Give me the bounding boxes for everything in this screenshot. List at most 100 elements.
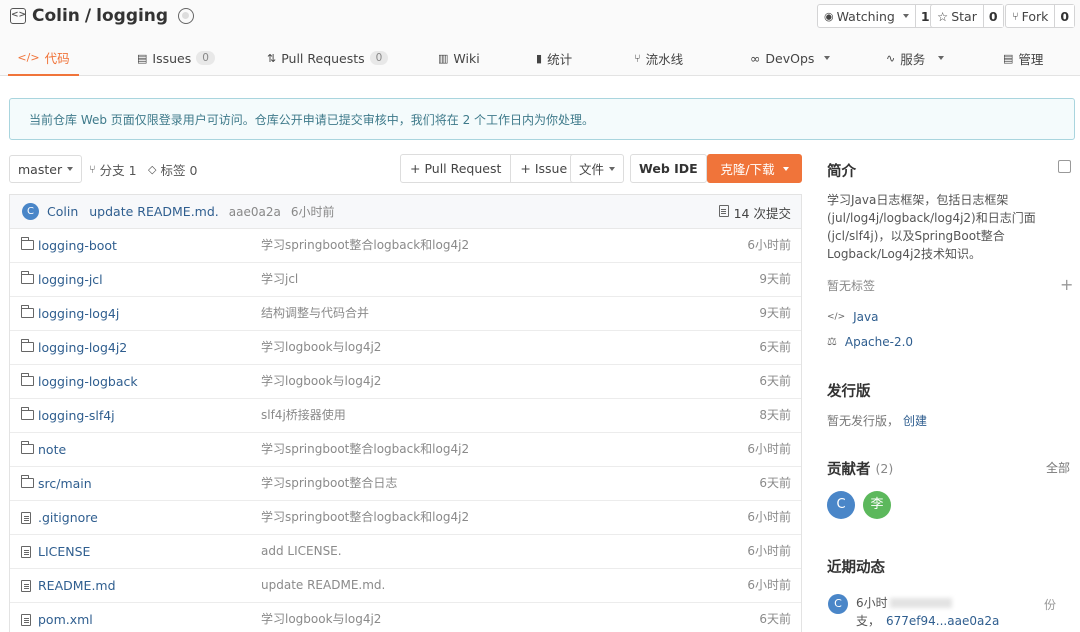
repo-owner-link[interactable]: Colin [32, 6, 80, 26]
folder-row[interactable]: logging-jcl 学习jcl 9天前 [10, 263, 801, 297]
branch-select[interactable]: master [9, 155, 83, 183]
file-name-link[interactable]: note [38, 433, 66, 466]
commit-author[interactable]: Colin [47, 204, 78, 219]
commit-message[interactable]: update README.md. [89, 204, 219, 219]
watch-button[interactable]: ◉ Watching 1 [817, 4, 936, 28]
repo-name-link[interactable]: logging [96, 6, 168, 26]
star-label: Star [951, 8, 977, 24]
file-name-link[interactable]: logging-log4j2 [38, 331, 127, 364]
edit-icon[interactable] [1058, 160, 1071, 173]
file-name-link[interactable]: logging-logback [38, 365, 138, 398]
tab-stats[interactable]: ▮ 统计 [536, 40, 572, 76]
folder-row[interactable]: logging-log4j2 学习logbook与log4j2 6天前 [10, 331, 801, 365]
tab-pull-requests[interactable]: ⇅ Pull Requests 0 [267, 40, 389, 76]
file-commit-message[interactable]: 学习logbook与log4j2 [261, 365, 381, 398]
folder-row[interactable]: logging-boot 学习springboot整合logback和log4j2… [10, 229, 801, 263]
tab-manage[interactable]: ▤ 管理 [1003, 40, 1043, 76]
tab-devops[interactable]: ∞ DevOps [750, 40, 831, 76]
activity-avatar[interactable]: C [828, 594, 848, 614]
file-name-link[interactable]: logging-slf4j [38, 399, 115, 432]
folder-row[interactable]: logging-logback 学习logbook与log4j2 6天前 [10, 365, 801, 399]
tab-wiki[interactable]: ▥ Wiki [438, 40, 480, 76]
file-row[interactable]: pom.xml 学习logbook与log4j2 6天前 [10, 603, 801, 632]
all-contributors-link[interactable]: 全部 [1046, 459, 1070, 476]
chevron-down-icon [938, 56, 945, 60]
scale-icon: ⚖ [827, 335, 837, 348]
watch-label: Watching [836, 8, 895, 24]
file-commit-time: 6天前 [759, 612, 791, 626]
tab-services[interactable]: ∿ 服务 [886, 40, 945, 76]
file-commit-message[interactable]: update README.md. [261, 569, 385, 602]
file-name-link[interactable]: README.md [38, 569, 116, 602]
contributor-avatar[interactable]: C [827, 491, 855, 519]
commit-count: 14 次提交 [733, 205, 791, 221]
file-commit-message[interactable]: 学习logbook与log4j2 [261, 331, 381, 364]
file-name-link[interactable]: logging-boot [38, 229, 117, 262]
contributor-avatar[interactable]: 李 [863, 491, 891, 519]
file-name-link[interactable]: pom.xml [38, 603, 93, 632]
file-commit-message[interactable]: 学习springboot整合logback和log4j2 [261, 433, 469, 466]
fork-button[interactable]: ⑂ Fork 0 [1005, 4, 1076, 28]
fork-count[interactable]: 0 [1054, 5, 1075, 27]
file-name-link[interactable]: .gitignore [38, 501, 98, 534]
language-link[interactable]: Java [853, 308, 878, 326]
file-commit-message[interactable]: add LICENSE. [261, 535, 342, 568]
file-row[interactable]: LICENSE add LICENSE. 6小时前 [10, 535, 801, 569]
file-menu-button[interactable]: 文件 [570, 154, 625, 183]
tab-manage-label: 管理 [1018, 51, 1044, 67]
file-commit-message[interactable]: 学习springboot整合logback和log4j2 [261, 229, 469, 262]
file-name-link[interactable]: src/main [38, 467, 92, 500]
file-name-link[interactable]: logging-log4j [38, 297, 119, 330]
intro-title: 简介 [827, 164, 856, 180]
folder-row[interactable]: logging-log4j 结构调整与代码合并 9天前 [10, 297, 801, 331]
activity-tail: 份 [1044, 598, 1057, 612]
commit-hash[interactable]: aae0a2a [229, 205, 281, 219]
contributors-header: 贡献者 (2) [827, 458, 893, 479]
folder-row[interactable]: note 学习springboot整合logback和log4j2 6小时前 [10, 433, 801, 467]
license-link[interactable]: Apache-2.0 [845, 333, 913, 351]
branches-count: 分支 1 [99, 162, 137, 178]
activity-branch-text: 支， [856, 614, 881, 628]
file-name-link[interactable]: LICENSE [38, 535, 90, 568]
activity-title: 近期动态 [827, 560, 885, 576]
file-commit-message[interactable]: slf4j桥接器使用 [261, 399, 346, 432]
file-commit-message[interactable]: 学习springboot整合日志 [261, 467, 397, 500]
tag-icon: ◇ [148, 162, 157, 176]
file-commit-message[interactable]: 学习logbook与log4j2 [261, 603, 381, 632]
file-name-link[interactable]: logging-jcl [38, 263, 103, 296]
file-icon [21, 512, 31, 524]
new-issue-button[interactable]: + Issue [511, 155, 576, 182]
file-row[interactable]: .gitignore 学习springboot整合logback和log4j2 6小… [10, 501, 801, 535]
tags-count: 标签 0 [160, 162, 198, 178]
file-row[interactable]: README.md update README.md. 6小时前 [10, 569, 801, 603]
star-count[interactable]: 0 [982, 5, 1003, 27]
add-tag-icon[interactable]: + [1060, 275, 1073, 294]
clone-download-button[interactable]: 克隆/下载 [707, 154, 802, 183]
issues-icon: ▤ [137, 51, 148, 65]
file-commit-time: 6小时前 [747, 442, 791, 456]
issues-count-badge: 0 [196, 51, 215, 65]
file-commit-message[interactable]: 学习jcl [261, 263, 298, 296]
activity-commit-range-link[interactable]: 677ef94...aae0a2a [886, 612, 999, 630]
contributors-count: (2) [875, 461, 894, 476]
tab-pipeline[interactable]: ⑂ 流水线 [634, 40, 683, 76]
file-commit-message[interactable]: 结构调整与代码合并 [261, 297, 369, 330]
commit-author-avatar[interactable]: C [22, 203, 39, 220]
tab-pull-requests-label: Pull Requests [281, 50, 365, 66]
branches-link[interactable]: ⑂ 分支 1 [89, 155, 137, 183]
file-commit-message[interactable]: 学习springboot整合logback和log4j2 [261, 501, 469, 534]
file-commit-time: 9天前 [759, 272, 791, 286]
folder-row[interactable]: src/main 学习springboot整合日志 6天前 [10, 467, 801, 501]
notice-banner: 当前仓库 Web 页面仅限登录用户可访问。仓库公开申请已提交审核中，我们将在 2… [9, 98, 1075, 140]
chevron-down-icon [902, 14, 909, 18]
folder-row[interactable]: logging-slf4j slf4j桥接器使用 8天前 [10, 399, 801, 433]
web-ide-button[interactable]: Web IDE [630, 154, 707, 183]
new-pull-request-button[interactable]: + Pull Request [401, 155, 512, 182]
tags-link[interactable]: ◇ 标签 0 [148, 155, 197, 183]
commit-count-link[interactable]: 14 次提交 [718, 195, 791, 229]
tab-issues[interactable]: ▤ Issues 0 [137, 40, 215, 76]
create-release-link[interactable]: 创建 [903, 412, 927, 430]
chevron-down-icon [67, 167, 74, 171]
tab-code[interactable]: </> 代码 [8, 40, 79, 76]
star-button[interactable]: ☆ Star 0 [930, 4, 1004, 28]
